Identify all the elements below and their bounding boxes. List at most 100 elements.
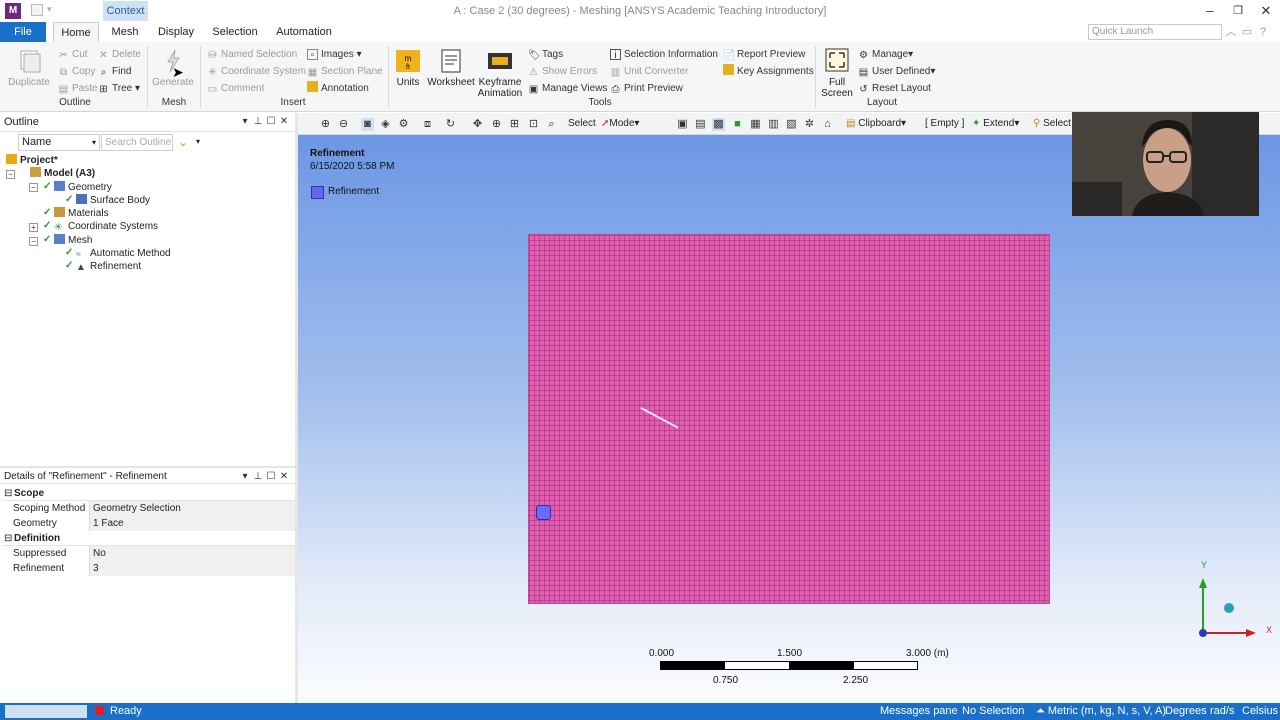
- extend-dropdown[interactable]: ✦ Extend▾: [972, 118, 1019, 129]
- manage-views-button[interactable]: ▣ Manage Views: [528, 81, 608, 96]
- detail-row-suppressed[interactable]: Suppressed No: [2, 546, 295, 561]
- maximize-panel-icon[interactable]: ☐: [265, 116, 277, 128]
- restore-icon[interactable]: ❐: [1224, 3, 1252, 19]
- error-status-icon[interactable]: [95, 706, 104, 715]
- comment-button[interactable]: ▭ Comment: [207, 81, 265, 96]
- tree-item-model[interactable]: Model (A3): [30, 167, 95, 180]
- detail-value[interactable]: 1 Face: [90, 516, 295, 531]
- tree-item-materials[interactable]: Materials: [54, 207, 109, 220]
- search-outline-input[interactable]: Search Outline: [101, 134, 173, 151]
- show-errors-button[interactable]: ⚠ Show Errors: [528, 64, 597, 79]
- name-filter-dropdown[interactable]: Name ▾: [18, 134, 100, 151]
- select-button[interactable]: Select: [568, 118, 596, 129]
- collapse-toggle[interactable]: −: [29, 183, 38, 192]
- detail-row-refinement[interactable]: Refinement 3: [2, 561, 295, 576]
- section-definition[interactable]: ⊟ Definition: [2, 531, 295, 546]
- zoom-fit-icon[interactable]: ⊡: [527, 118, 540, 131]
- user-defined-dropdown[interactable]: ▤ User Defined▾: [858, 64, 936, 79]
- tab-mesh[interactable]: Mesh: [106, 22, 144, 42]
- box-zoom-icon[interactable]: ⊞: [508, 118, 521, 131]
- temperature-unit[interactable]: Celsius: [1242, 705, 1278, 717]
- keyframe-animation-button[interactable]: Keyframe Animation: [475, 48, 525, 99]
- select-tools-dropdown[interactable]: ⚲ Select: [1033, 118, 1071, 129]
- magnifier-icon[interactable]: ⌕: [545, 118, 558, 131]
- tree-item-surface-body[interactable]: Surface Body: [76, 194, 150, 207]
- pan-icon[interactable]: ✥: [471, 118, 484, 131]
- coordinate-system-button[interactable]: ✳ Coordinate System: [207, 64, 306, 79]
- section-scope[interactable]: ⊟ Scope: [2, 486, 295, 501]
- collapse-toggle[interactable]: −: [29, 237, 38, 246]
- paste-button[interactable]: ▤ Paste: [58, 81, 98, 96]
- mode-dropdown[interactable]: ➚Mode▾: [601, 118, 639, 129]
- units-button[interactable]: m ft Units: [393, 48, 423, 88]
- tags-button[interactable]: 🏷Tags: [528, 47, 563, 62]
- select-node-icon[interactable]: ▦: [749, 118, 762, 131]
- close-panel-icon[interactable]: ✕: [278, 471, 290, 483]
- collapse-toggle[interactable]: ⊟: [4, 486, 12, 501]
- collapse-ribbon-icon[interactable]: ︿: [1224, 25, 1238, 39]
- expand-toggle[interactable]: +: [29, 223, 38, 232]
- zoom-icon[interactable]: ⊕: [490, 118, 503, 131]
- minimize-icon[interactable]: –: [1196, 3, 1224, 19]
- select-edge-icon[interactable]: ▤: [694, 118, 707, 131]
- tab-automation[interactable]: Automation: [272, 22, 336, 42]
- tree-item-automatic-method[interactable]: ≈ Automatic Method: [76, 247, 171, 260]
- detail-value[interactable]: No: [90, 546, 295, 561]
- axis-triad[interactable]: [1190, 560, 1280, 650]
- rotate-icon[interactable]: ↻: [444, 118, 457, 131]
- detail-row-scoping-method[interactable]: Scoping Method Geometry Selection: [2, 501, 295, 516]
- tab-selection[interactable]: Selection: [208, 22, 262, 42]
- worksheet-button[interactable]: Worksheet: [426, 48, 476, 88]
- select-all-icon[interactable]: ✲: [803, 118, 816, 131]
- annotation-button[interactable]: Annotation: [307, 81, 369, 96]
- cut-button[interactable]: ✂ Cut: [58, 47, 87, 62]
- tab-file[interactable]: File: [0, 22, 46, 42]
- report-preview-button[interactable]: 📄 Report Preview: [723, 47, 805, 62]
- select-body-icon[interactable]: ■: [731, 118, 744, 131]
- help-question-icon[interactable]: ?: [1256, 25, 1270, 39]
- reset-layout-button[interactable]: ↺ Reset Layout: [858, 81, 931, 96]
- tree-dropdown[interactable]: ⊞ Tree ▾: [98, 81, 140, 96]
- messages-pane-button[interactable]: Messages pane: [880, 705, 958, 717]
- duplicate-button[interactable]: Duplicate: [8, 48, 50, 88]
- detail-row-geometry[interactable]: Geometry 1 Face: [2, 516, 295, 531]
- view-cube-icon[interactable]: ◙: [361, 118, 374, 131]
- detail-value[interactable]: Geometry Selection: [90, 501, 295, 516]
- images-dropdown[interactable]: ▫ Images ▾: [307, 47, 362, 62]
- selection-information-button[interactable]: i Selection Information: [610, 47, 718, 62]
- tree-item-geometry[interactable]: Geometry: [54, 181, 112, 194]
- mesh-surface[interactable]: [528, 234, 1050, 604]
- find-button[interactable]: ⌕ Find: [98, 64, 132, 79]
- quick-launch-input[interactable]: Quick Launch: [1088, 24, 1222, 40]
- select-face-icon[interactable]: ▩: [712, 118, 725, 131]
- key-assignments-button[interactable]: Key Assignments: [723, 64, 814, 79]
- maximize-panel-icon[interactable]: ☐: [265, 471, 277, 483]
- zoom-in-icon[interactable]: ⊕: [319, 118, 332, 131]
- zoom-out-icon[interactable]: ⊖: [337, 118, 350, 131]
- named-selection-button[interactable]: ⛁ Named Selection: [207, 47, 297, 62]
- pin-icon[interactable]: ⊥: [252, 471, 264, 483]
- horizontal-splitter[interactable]: [0, 466, 295, 468]
- unit-system-button[interactable]: ⏶ Metric (m, kg, N, s, V, A): [1036, 705, 1166, 718]
- print-preview-button[interactable]: ⎙ Print Preview: [610, 81, 683, 96]
- rate-unit[interactable]: rad/s: [1210, 705, 1234, 717]
- wireframe-icon[interactable]: ⚙: [397, 118, 410, 131]
- refinement-face-marker[interactable]: [536, 505, 551, 520]
- tab-display[interactable]: Display: [154, 22, 198, 42]
- collapse-toggle[interactable]: −: [6, 170, 15, 179]
- copy-button[interactable]: ⧉ Copy: [58, 64, 95, 79]
- search-options-chevron-icon[interactable]: ⌄: [178, 135, 188, 149]
- unit-converter-button[interactable]: ▥ Unit Converter: [610, 64, 689, 79]
- close-panel-icon[interactable]: ✕: [278, 116, 290, 128]
- fit-icon[interactable]: ⧈: [421, 118, 434, 131]
- tree-item-refinement[interactable]: ▲ Refinement: [76, 260, 142, 273]
- shaded-icon[interactable]: ◈: [379, 118, 392, 131]
- delete-button[interactable]: ✕ Delete: [98, 47, 141, 62]
- close-window-icon[interactable]: ✕: [1252, 3, 1280, 19]
- full-screen-button[interactable]: Full Screen: [820, 48, 854, 99]
- select-mesh-icon[interactable]: ▧: [785, 118, 798, 131]
- chevron-down-icon[interactable]: ▾: [239, 116, 251, 128]
- section-plane-button[interactable]: ▦ Section Plane: [307, 64, 383, 79]
- collapse-toggle[interactable]: ⊟: [4, 531, 12, 546]
- tab-home[interactable]: Home: [53, 22, 99, 42]
